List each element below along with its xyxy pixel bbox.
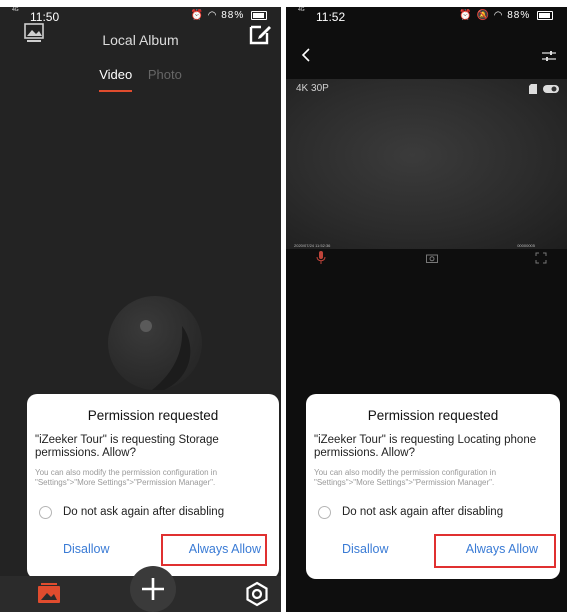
permission-dialog: Permission requested "iZeeker Tour" is r…	[306, 394, 560, 579]
back-icon[interactable]	[300, 47, 312, 63]
add-button[interactable]	[130, 566, 176, 612]
camera-icon[interactable]	[426, 253, 438, 263]
battery-icon	[537, 10, 553, 20]
add-icon	[142, 578, 164, 600]
dialog-note: You can also modify the permission confi…	[35, 468, 218, 487]
album-icon[interactable]	[37, 582, 61, 604]
alarm-icon: ⏰	[190, 10, 204, 21]
video-timestamp: 2020/07/24 11:52:36	[294, 243, 331, 248]
disallow-button[interactable]: Disallow	[63, 542, 110, 556]
local-album-screen: 4G 11:50 ⏰ ◠ 88% Local Album Video Photo	[0, 7, 281, 612]
dont-ask-checkbox[interactable]	[318, 506, 331, 519]
tab-video[interactable]: Video	[99, 67, 133, 92]
edit-icon[interactable]	[247, 21, 273, 47]
empty-state-illustration	[108, 296, 202, 390]
dialog-message: "iZeeker Tour" is requesting Locating ph…	[314, 434, 537, 459]
dialog-title: Permission requested	[87, 408, 219, 423]
page-title: Local Album	[102, 32, 179, 48]
dont-ask-checkbox[interactable]	[39, 506, 52, 519]
dialog-note: You can also modify the permission confi…	[314, 468, 497, 487]
highlight-box	[161, 534, 267, 566]
bottom-nav	[0, 566, 281, 612]
resolution-label: 4K 30P	[296, 83, 329, 94]
toggle-icon[interactable]	[543, 85, 559, 93]
settings-icon[interactable]	[244, 581, 270, 607]
microphone-icon[interactable]	[316, 251, 326, 265]
sd-card-icon	[529, 84, 537, 94]
tab-photo[interactable]: Photo	[148, 67, 182, 90]
wifi-icon: ◠	[493, 10, 504, 21]
highlight-box	[434, 534, 556, 568]
frame-counter: 00000005	[517, 243, 535, 248]
status-icons: ⏰ 🔕 ◠ 88%	[459, 10, 553, 21]
status-bar: 4G 11:52 ⏰ 🔕 ◠ 88%	[286, 7, 567, 33]
network-label: 4G	[298, 7, 305, 13]
mute-icon: 🔕	[476, 10, 490, 21]
live-view-screen: 4G 11:52 ⏰ 🔕 ◠ 88% 4K 30P 2020/07/24 11:…	[286, 7, 567, 612]
media-tabs: Video Photo	[0, 67, 281, 92]
battery-icon	[251, 10, 267, 20]
video-preview[interactable]	[286, 79, 567, 249]
status-icons: ⏰ ◠ 88%	[190, 10, 267, 21]
dialog-title: Permission requested	[367, 408, 499, 423]
disallow-button[interactable]: Disallow	[342, 542, 389, 556]
alarm-icon: ⏰	[459, 10, 473, 21]
permission-dialog: Permission requested "iZeeker Tour" is r…	[27, 394, 279, 579]
battery-label: 88%	[221, 10, 245, 21]
dont-ask-label: Do not ask again after disabling	[63, 506, 225, 518]
dont-ask-label: Do not ask again after disabling	[342, 506, 504, 518]
dialog-message: "iZeeker Tour" is requesting Storage per…	[35, 434, 219, 459]
fullscreen-icon[interactable]	[535, 252, 547, 264]
adjust-icon[interactable]	[541, 49, 557, 63]
network-label: 4G	[12, 7, 19, 13]
battery-label: 88%	[507, 10, 531, 21]
status-time: 11:52	[316, 10, 346, 24]
wifi-icon: ◠	[207, 10, 218, 21]
